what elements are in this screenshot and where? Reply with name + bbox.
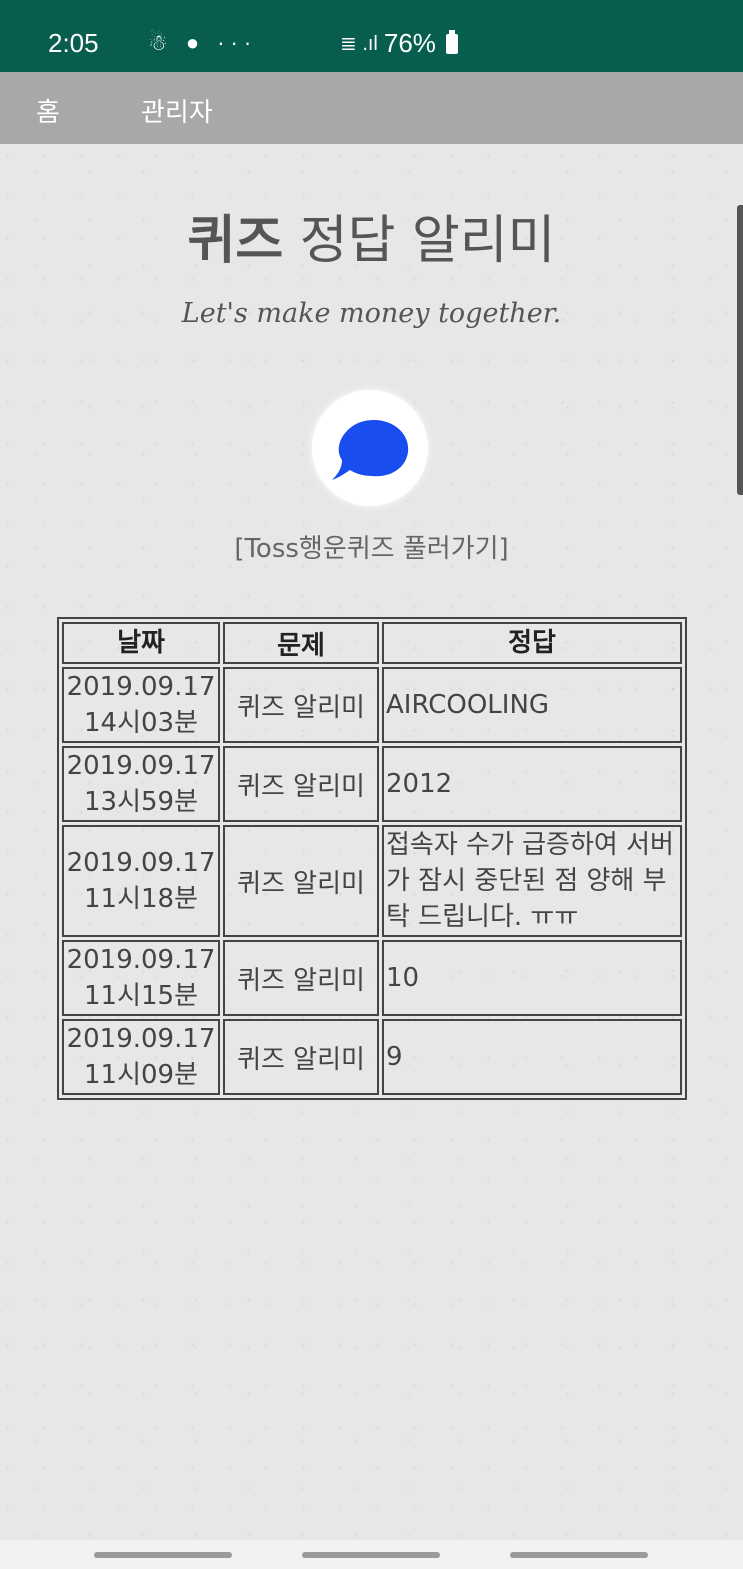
date-text: 2019.09.17 bbox=[66, 945, 216, 975]
nav-admin-link[interactable]: 관리자 bbox=[141, 92, 213, 129]
date-cell: 2019.09.17 14시03분 bbox=[62, 667, 220, 743]
answer-cell: 2012 bbox=[382, 746, 682, 822]
header-answer: 정답 bbox=[382, 622, 682, 664]
answer-cell: AIRCOOLING bbox=[382, 667, 682, 743]
time-text: 11시15분 bbox=[83, 981, 198, 1011]
time-text: 13시59분 bbox=[83, 787, 198, 817]
problem-cell: 퀴즈 알리미 bbox=[223, 667, 379, 743]
battery-percent: 76% bbox=[383, 28, 436, 58]
status-right-group: ≣ .ıl 76% bbox=[340, 28, 458, 59]
time-text: 11시18분 bbox=[83, 884, 198, 914]
system-nav-bar bbox=[0, 1540, 743, 1569]
problem-cell: 퀴즈 알리미 bbox=[223, 940, 379, 1016]
problem-cell: 퀴즈 알리미 bbox=[223, 825, 379, 937]
table-row: 2019.09.17 11시09분 퀴즈 알리미 9 bbox=[62, 1019, 682, 1095]
header-date: 날짜 bbox=[62, 622, 220, 664]
signal-icon: ≣ .ıl bbox=[340, 33, 378, 55]
toss-logo[interactable] bbox=[312, 390, 428, 506]
header-problem: 문제 bbox=[223, 622, 379, 664]
back-gesture[interactable] bbox=[510, 1552, 648, 1558]
page-title-rest: 정답 알리미 bbox=[283, 211, 556, 271]
status-bar: 2:05 ☃ ● ··· ≣ .ıl 76% bbox=[0, 0, 743, 72]
table-row: 2019.09.17 11시18분 퀴즈 알리미 접속자 수가 급증하여 서버가 … bbox=[62, 825, 682, 937]
problem-cell: 퀴즈 알리미 bbox=[223, 746, 379, 822]
top-nav: 홈 관리자 bbox=[0, 72, 743, 144]
recent-apps-gesture[interactable] bbox=[94, 1552, 232, 1558]
table-header-row: 날짜 문제 정답 bbox=[62, 622, 682, 664]
toss-quiz-link[interactable]: [Toss행운퀴즈 풀러가기] bbox=[0, 528, 743, 565]
date-cell: 2019.09.17 11시09분 bbox=[62, 1019, 220, 1095]
date-cell: 2019.09.17 11시15분 bbox=[62, 940, 220, 1016]
time-text: 14시03분 bbox=[83, 708, 198, 738]
table-row: 2019.09.17 11시15분 퀴즈 알리미 10 bbox=[62, 940, 682, 1016]
date-text: 2019.09.17 bbox=[66, 848, 216, 878]
date-text: 2019.09.17 bbox=[66, 1024, 216, 1054]
problem-cell: 퀴즈 알리미 bbox=[223, 1019, 379, 1095]
date-cell: 2019.09.17 11시18분 bbox=[62, 825, 220, 937]
date-cell: 2019.09.17 13시59분 bbox=[62, 746, 220, 822]
date-text: 2019.09.17 bbox=[66, 672, 216, 702]
time-text: 11시09분 bbox=[83, 1060, 198, 1090]
page-subtitle: Let's make money together. bbox=[181, 298, 562, 329]
toss-speech-bubble-icon bbox=[332, 420, 409, 480]
answer-cell: 10 bbox=[382, 940, 682, 1016]
date-text: 2019.09.17 bbox=[66, 751, 216, 781]
page-title-bold: 퀴즈 bbox=[187, 211, 284, 271]
answer-cell: 접속자 수가 급증하여 서버가 잠시 중단된 점 양해 부탁 드립니다. ㅠㅠ bbox=[382, 825, 682, 937]
table-row: 2019.09.17 14시03분 퀴즈 알리미 AIRCOOLING bbox=[62, 667, 682, 743]
home-gesture[interactable] bbox=[302, 1552, 440, 1558]
table-row: 2019.09.17 13시59분 퀴즈 알리미 2012 bbox=[62, 746, 682, 822]
battery-icon bbox=[445, 29, 458, 54]
status-time: 2:05 bbox=[48, 28, 99, 58]
notification-icons: ☃ ● ··· bbox=[148, 30, 258, 55]
answers-table: 날짜 문제 정답 2019.09.17 14시03분 퀴즈 알리미 AIRCOOL… bbox=[57, 617, 687, 1100]
answer-cell: 9 bbox=[382, 1019, 682, 1095]
nav-home-link[interactable]: 홈 bbox=[36, 92, 60, 129]
page-title: 퀴즈 정답 알리미 bbox=[0, 198, 743, 273]
